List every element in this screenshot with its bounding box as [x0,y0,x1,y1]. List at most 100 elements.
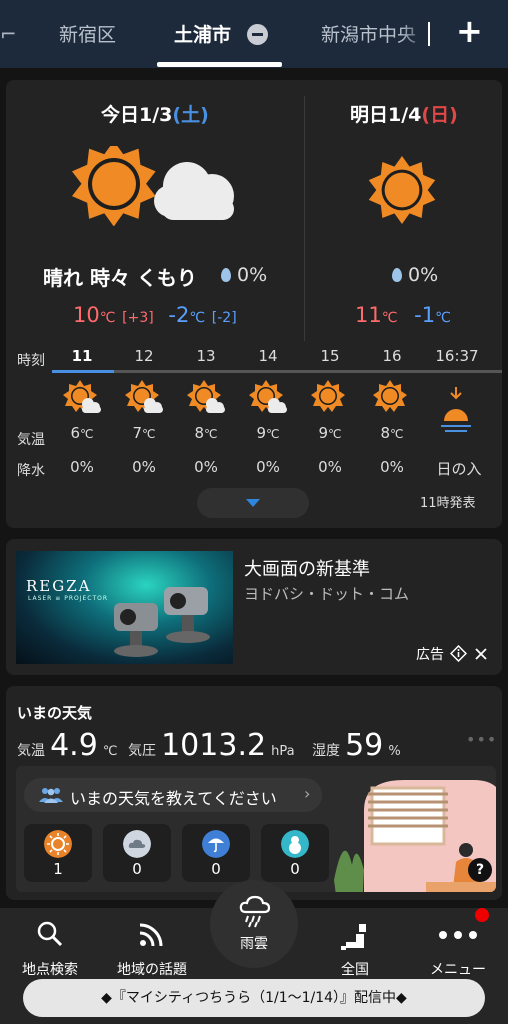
hour-temp-value: 8 [194,424,205,442]
tomorrow-precip: 0% [392,264,438,286]
current-temp: 気温 4.9 ℃ [17,728,118,763]
add-location-button[interactable]: + [456,12,483,50]
hour-temp: 9℃ [238,424,298,442]
close-icon[interactable] [474,647,488,661]
today-title: 今日1/3(土) [101,100,209,127]
more-icon [439,931,477,939]
chevron-right-icon: › [304,784,311,803]
hour-temp-value: 7 [132,424,143,442]
current-humidity-unit: % [388,744,401,759]
vote-snow[interactable]: 0 [261,824,329,882]
ad-brand-sub: LASER ≡ PROJECTOR [28,595,109,602]
current-pressure-label: 気圧 [128,743,156,759]
hour-time: 16 [382,347,402,365]
hour-time: 14 [258,347,278,365]
hour-temp: 6℃ [52,424,112,442]
today-precip-value: 0% [237,264,268,286]
hour-temp-value: 9 [318,424,329,442]
tomorrow-temps: 11℃ -1℃ [355,303,451,327]
current-temp-value: 4.9 [50,728,98,763]
today-high-unit: ℃ [99,310,116,326]
day-divider [304,96,305,341]
ad-image[interactable]: REGZA LASER ≡ PROJECTOR [16,551,233,664]
current-humidity: 湿度 59 % [312,728,401,763]
rss-icon [139,923,163,947]
temp-row-label: 気温 [17,432,45,448]
current-temp-label: 気温 [17,743,45,759]
drop-icon [392,268,402,282]
sunset-time: 16:37 [435,347,479,365]
hour-time: 15 [320,347,340,365]
rain-vote-icon [202,830,230,858]
hour-time: 13 [196,347,216,365]
snow-vote-icon [281,830,309,858]
cloud-icon [154,162,234,220]
remove-location-button[interactable] [247,24,268,45]
previous-tab-edge[interactable]: ⌐ [0,22,17,46]
sun-icon [72,146,156,226]
nav-item-rain-cloud[interactable]: 雨雲 [210,880,298,968]
hour-temp-unit: ℃ [204,427,218,441]
today-high: 10 [73,303,100,327]
hour-temp-unit: ℃ [266,427,280,441]
today-low-unit: ℃ [189,310,206,326]
vote-sunny-count: 1 [53,860,63,878]
cloudy-vote-icon [123,830,151,858]
today-weekday: (土) [172,104,209,126]
promo-banner[interactable]: ◆『マイシティつちうら（1/1〜1/14）』配信中◆ [23,979,485,1017]
expand-hourly-button[interactable] [197,488,309,518]
sunny-vote-icon [44,830,72,858]
today-weather-text: 晴れ 時々 くもり [43,266,197,290]
sun-cloud-icon [63,380,101,413]
more-options-icon[interactable]: ••• [466,730,497,749]
vote-rain[interactable]: 0 [182,824,250,882]
tomorrow-low: -1 [414,303,436,327]
vote-cloudy-count: 0 [132,860,142,878]
tab-location-1[interactable]: 土浦市 [174,20,231,47]
sun-cloud-icon [249,380,287,413]
hour-precip: 0% [132,458,156,476]
tab-separator [428,22,430,46]
hour-precip: 0% [194,458,218,476]
help-icon[interactable]: ? [468,858,492,882]
ad-brand: REGZA [26,577,92,595]
hour-precip: 0% [380,458,404,476]
hour-temp: 9℃ [300,424,360,442]
people-icon [39,788,63,803]
current-pressure-unit: hPa [271,744,295,759]
hour-precip: 0% [256,458,280,476]
location-tab-bar: ⌐ 新宿区 土浦市 新潟市中央 + [0,0,508,68]
weather-report-prompt[interactable]: いまの天気を教えてください › [24,778,322,812]
ad-label-group: 広告 [416,644,488,664]
nav-item-menu-label: メニュー [430,962,486,978]
tomorrow-low-unit: ℃ [435,310,451,326]
today-date: 今日1/3 [101,104,173,126]
ad-choices-icon[interactable] [450,644,468,663]
ad-card[interactable]: REGZA LASER ≡ PROJECTOR 大画面の新基準 ヨドバシ・ドット… [6,539,502,675]
hour-precip: 0% [70,458,94,476]
today-precip: 0% [221,264,267,286]
tab-location-0[interactable]: 新宿区 [59,20,116,47]
forecast-card: 今日1/3(土) 明日1/4(日) 晴れ 時々 くもり 0% 0% 10℃ [+… [6,80,502,528]
search-icon [37,921,63,947]
hour-timeline [52,370,502,373]
ad-title[interactable]: 大画面の新基準 [244,555,370,581]
current-humidity-label: 湿度 [312,743,340,759]
active-tab-indicator [157,62,282,67]
hour-temp-unit: ℃ [80,427,94,441]
tomorrow-high: 11 [355,303,382,327]
current-temp-unit: ℃ [102,744,118,759]
current-weather-title: いまの天気 [17,704,93,722]
tomorrow-precip-value: 0% [408,264,439,286]
ad-label: 広告 [416,647,444,663]
nav-item-nationwide-label: 全国 [341,962,369,978]
today-low: -2 [168,303,190,327]
vote-sunny[interactable]: 1 [24,824,92,882]
hour-temp-unit: ℃ [142,427,156,441]
notification-badge [475,908,489,922]
vote-cloudy[interactable]: 0 [103,824,171,882]
hour-temp-unit: ℃ [390,427,404,441]
current-weather-card: いまの天気 気温 4.9 ℃ 気圧 1013.2 hPa 湿度 59 % •••… [6,686,502,900]
today-high-diff: [+3] [122,310,154,326]
hour-timeline-current [52,370,114,373]
